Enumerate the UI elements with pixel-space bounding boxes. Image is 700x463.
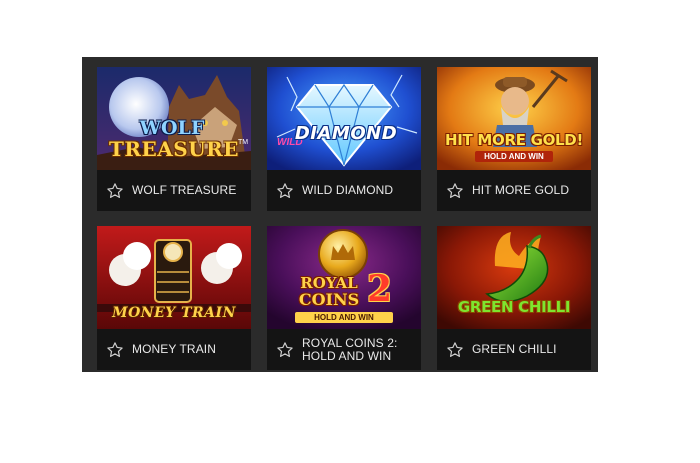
- art-title-diamond: DIAMOND: [294, 123, 398, 144]
- art-subtitle-hold-and-win: HOLD AND WIN: [475, 151, 553, 162]
- star-outline-icon[interactable]: [106, 341, 124, 359]
- game-card-money-train[interactable]: MONEY TRAIN MONEY TRAIN: [97, 226, 251, 370]
- art-title-hit-more-gold: HIT MORE GOLD!: [445, 131, 583, 149]
- game-caption: HIT MORE GOLD: [437, 170, 591, 211]
- art-subtitle-hold-and-win: HOLD AND WIN: [295, 312, 393, 323]
- game-thumbnail-royal-coins-2[interactable]: ROYAL COINS 2 HOLD AND WIN: [267, 226, 421, 329]
- game-caption: WOLF TREASURE: [97, 170, 251, 211]
- game-caption: WILD DIAMOND: [267, 170, 421, 211]
- game-caption: ROYAL COINS 2: HOLD AND WIN: [267, 329, 421, 370]
- game-caption: GREEN CHILLI: [437, 329, 591, 370]
- game-title[interactable]: HIT MORE GOLD: [472, 184, 569, 197]
- star-outline-icon[interactable]: [276, 341, 294, 359]
- game-thumbnail-wolf-treasure[interactable]: WOLF TREASURE TM: [97, 67, 251, 170]
- game-thumbnail-wild-diamond[interactable]: WILD DIAMOND: [267, 67, 421, 170]
- game-title[interactable]: ROYAL COINS 2: HOLD AND WIN: [302, 335, 398, 363]
- art-title-wolf: WOLF: [139, 117, 205, 139]
- game-card-wild-diamond[interactable]: WILD DIAMOND WILD DIAMOND: [267, 67, 421, 211]
- game-card-wolf-treasure[interactable]: WOLF TREASURE TM WOLF TREASURE: [97, 67, 251, 211]
- game-thumbnail-green-chilli[interactable]: GREEN CHILLI: [437, 226, 591, 329]
- star-outline-icon[interactable]: [276, 182, 294, 200]
- game-card-hit-more-gold[interactable]: HIT MORE GOLD! HOLD AND WIN HIT MORE GOL…: [437, 67, 591, 211]
- star-outline-icon[interactable]: [446, 182, 464, 200]
- game-title[interactable]: GREEN CHILLI: [472, 343, 557, 356]
- game-title[interactable]: WILD DIAMOND: [302, 184, 393, 197]
- game-thumbnail-money-train[interactable]: MONEY TRAIN: [97, 226, 251, 329]
- game-thumbnail-hit-more-gold[interactable]: HIT MORE GOLD! HOLD AND WIN: [437, 67, 591, 170]
- game-title-line-2: HOLD AND WIN: [302, 348, 392, 363]
- game-title[interactable]: WOLF TREASURE: [132, 184, 236, 197]
- game-grid: WOLF TREASURE TM WOLF TREASURE WILD DIAM…: [82, 57, 598, 372]
- star-outline-icon[interactable]: [446, 341, 464, 359]
- art-title-number: 2: [367, 268, 393, 310]
- art-title-money-train: MONEY TRAIN: [112, 305, 236, 321]
- game-card-green-chilli[interactable]: GREEN CHILLI GREEN CHILLI: [437, 226, 591, 370]
- art-title-coins: COINS: [298, 290, 360, 309]
- game-title[interactable]: MONEY TRAIN: [132, 343, 216, 356]
- game-title-line-1: ROYAL COINS 2:: [302, 335, 398, 350]
- game-caption: MONEY TRAIN: [97, 329, 251, 370]
- game-card-royal-coins-2[interactable]: ROYAL COINS 2 HOLD AND WIN ROYAL COINS 2…: [267, 226, 421, 370]
- art-title-green-chilli: GREEN CHILLI: [457, 298, 571, 316]
- art-title-treasure: TREASURE: [108, 137, 239, 161]
- art-trademark: TM: [238, 139, 249, 146]
- star-outline-icon[interactable]: [106, 182, 124, 200]
